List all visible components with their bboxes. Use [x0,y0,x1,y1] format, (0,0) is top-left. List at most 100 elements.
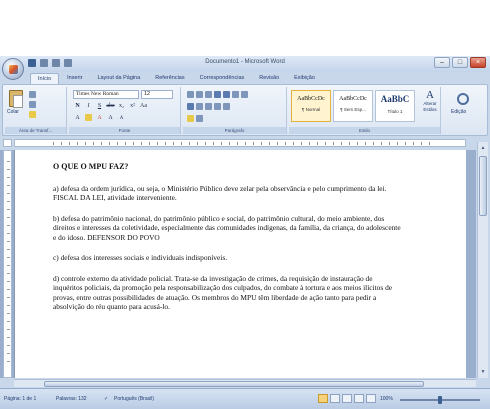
language-indicator[interactable]: Português (Brasil) [114,396,154,402]
line-spacing-icon[interactable] [223,103,230,110]
status-bar: Página: 1 de 1 Palavras: 132 ✓ Português… [0,388,490,409]
font-color-icon[interactable]: A [95,114,104,123]
office-button[interactable] [2,58,24,80]
maximize-button[interactable]: □ [452,57,468,68]
format-painter-icon[interactable] [29,111,36,118]
zoom-slider-knob[interactable] [438,396,442,404]
window-title: Documento1 - Microsoft Word [205,59,285,65]
document-heading: O QUE O MPU FAZ? [53,162,129,171]
italic-icon[interactable]: I [84,102,93,111]
align-center-icon[interactable] [196,103,203,110]
word-count[interactable]: Palavras: 132 [56,396,87,402]
horizontal-scrollbar[interactable] [14,379,476,387]
decrease-indent-icon[interactable] [214,91,221,98]
increase-indent-icon[interactable] [223,91,230,98]
vertical-scroll-thumb[interactable] [479,156,487,216]
close-button[interactable]: × [470,57,486,68]
highlight-icon[interactable] [84,114,93,123]
ribbon-tabs: Início Inserir Layout da Página Referênc… [30,73,322,84]
clipboard-group: Colar Área de Transf... [5,87,67,134]
style-no-spacing[interactable]: AaBbCcDc ¶ Sem Esp... [333,90,373,122]
tab-inserir[interactable]: Inserir [60,73,89,84]
horizontal-ruler[interactable] [14,139,466,147]
change-styles-button[interactable]: A Alterar Estilos [421,89,439,113]
multilevel-list-icon[interactable] [205,91,212,98]
vertical-ruler-ticks [7,161,10,367]
clear-format-icon[interactable]: Aa [139,102,148,111]
scroll-up-icon[interactable]: ▲ [479,144,487,152]
print-layout-icon[interactable] [318,394,328,403]
styles-gallery: AaBbCcDc ¶ Normal AaBbCcDc ¶ Sem Esp... … [291,90,415,122]
quick-access-toolbar [28,59,72,67]
tab-layout[interactable]: Layout da Página [90,73,147,84]
full-screen-reading-icon[interactable] [330,394,340,403]
ribbon: Colar Área de Transf... Times New Roman … [2,84,488,136]
ruler-ticks [53,142,435,145]
tab-correspondencias[interactable]: Correspondências [193,73,252,84]
word-window: Documento1 - Microsoft Word – □ × Início… [0,56,490,409]
paragraph-d: d) controle externo da atividade policia… [53,273,393,312]
editing-group: Edição [443,87,487,134]
style-heading-1[interactable]: AaBbC Título 1 [375,90,415,122]
zoom-slider[interactable] [400,396,480,404]
font-size-field[interactable]: 12 [141,90,173,99]
justify-icon[interactable] [214,103,221,110]
paragraph-group-label: Parágrafo [183,127,286,134]
strikethrough-icon[interactable]: abe [106,102,115,111]
outline-view-icon[interactable] [354,394,364,403]
show-marks-icon[interactable] [241,91,248,98]
customize-qat-icon[interactable] [64,59,72,67]
vertical-scrollbar[interactable]: ▲ ▼ [477,142,488,378]
underline-icon[interactable]: S [95,102,104,111]
text-effects-icon[interactable]: A [73,114,82,123]
title-bar: Documento1 - Microsoft Word – □ × [0,56,490,72]
save-icon[interactable] [28,59,36,67]
paragraph-c: c) defesa dos interesses sociais e indiv… [53,253,228,262]
page-count[interactable]: Página: 1 de 1 [4,396,36,402]
tab-referencias[interactable]: Referências [148,73,191,84]
align-left-icon[interactable] [187,103,194,110]
paste-icon[interactable] [9,90,23,108]
editing-button-label[interactable]: Edição [451,109,466,115]
clipboard-group-label: Área de Transf... [5,127,66,134]
document-page[interactable]: O QUE O MPU FAZ? a) defesa da ordem jurí… [14,150,466,378]
borders-icon[interactable] [196,115,203,122]
change-styles-icon: A [426,89,434,101]
font-name-field[interactable]: Times New Roman [73,90,139,99]
bold-icon[interactable]: N [73,102,82,111]
find-icon[interactable] [457,93,469,105]
paste-button-label[interactable]: Colar [7,109,19,115]
document-body[interactable]: O QUE O MPU FAZ? a) defesa da ordem jurí… [53,162,401,323]
proofing-icon[interactable]: ✓ [104,396,108,402]
minimize-button[interactable]: – [434,57,450,68]
styles-group: AaBbCcDc ¶ Normal AaBbCcDc ¶ Sem Esp... … [289,87,441,134]
window-controls: – □ × [434,57,486,68]
numbering-icon[interactable] [196,91,203,98]
shading-icon[interactable] [187,115,194,122]
undo-icon[interactable] [40,59,48,67]
copy-icon[interactable] [29,101,36,108]
tab-inicio[interactable]: Início [30,73,60,84]
vertical-ruler[interactable] [3,150,12,378]
redo-icon[interactable] [52,59,60,67]
sort-icon[interactable] [232,91,239,98]
ruler-tab-selector[interactable] [3,139,12,147]
style-normal[interactable]: AaBbCcDc ¶ Normal [291,90,331,122]
draft-view-icon[interactable] [366,394,376,403]
tab-exibicao[interactable]: Exibição [287,73,322,84]
superscript-icon[interactable]: x² [128,102,137,111]
zoom-level[interactable]: 100% [380,396,393,402]
web-layout-icon[interactable] [342,394,352,403]
horizontal-scroll-thumb[interactable] [44,381,424,387]
tab-revisao[interactable]: Revisão [252,73,286,84]
office-logo-icon [9,65,18,74]
bullets-icon[interactable] [187,91,194,98]
scroll-down-icon[interactable]: ▼ [479,368,487,376]
font-group-label: Fonte [69,127,180,134]
view-buttons [318,394,376,403]
subscript-icon[interactable]: x₂ [117,102,126,111]
cut-icon[interactable] [29,91,36,98]
grow-font-icon[interactable]: A [106,114,115,123]
shrink-font-icon[interactable]: A [117,114,126,123]
align-right-icon[interactable] [205,103,212,110]
